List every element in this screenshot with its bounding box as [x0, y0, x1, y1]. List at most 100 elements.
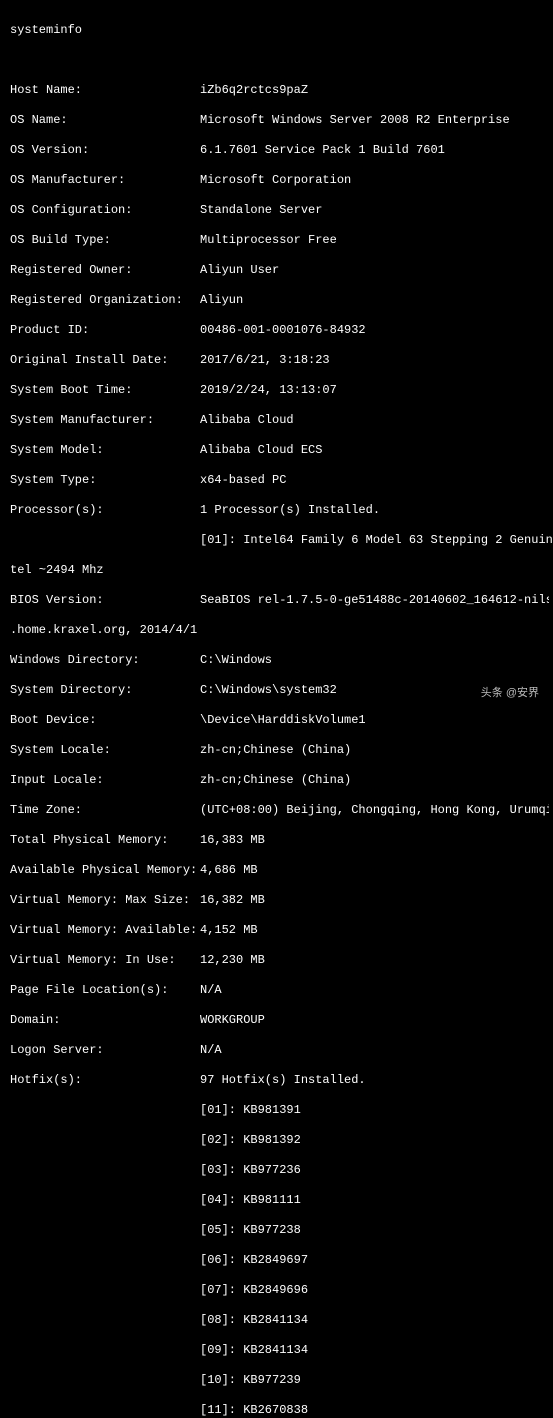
logon-server-row: Logon Server:N/A	[10, 1043, 549, 1058]
original-install-date-value: 2017/6/21, 3:18:23	[200, 353, 549, 368]
os-version-value: 6.1.7601 Service Pack 1 Build 7601	[200, 143, 549, 158]
terminal-output[interactable]: systeminfo Host Name:iZb6q2rctcs9paZ OS …	[0, 0, 553, 1418]
time-zone-row: Time Zone:(UTC+08:00) Beijing, Chongqing…	[10, 803, 549, 818]
virtual-memory-available-row: Virtual Memory: Available:4,152 MB	[10, 923, 549, 938]
total-physical-memory-value: 16,383 MB	[200, 833, 549, 848]
system-type-row: System Type:x64-based PC	[10, 473, 549, 488]
virtual-memory-available-label: Virtual Memory: Available:	[10, 923, 200, 938]
os-version-label: OS Version:	[10, 143, 200, 158]
product-id-value: 00486-001-0001076-84932	[200, 323, 549, 338]
boot-device-row: Boot Device:\Device\HarddiskVolume1	[10, 713, 549, 728]
virtual-memory-inuse-label: Virtual Memory: In Use:	[10, 953, 200, 968]
product-id-row: Product ID:00486-001-0001076-84932	[10, 323, 549, 338]
hotfix-item: [06]: KB2849697	[200, 1253, 549, 1268]
os-build-type-row: OS Build Type:Multiprocessor Free	[10, 233, 549, 248]
hotfix-value: 97 Hotfix(s) Installed.	[200, 1073, 549, 1088]
total-physical-memory-row: Total Physical Memory:16,383 MB	[10, 833, 549, 848]
virtual-memory-available-value: 4,152 MB	[200, 923, 549, 938]
system-manufacturer-row: System Manufacturer:Alibaba Cloud	[10, 413, 549, 428]
system-directory-row: System Directory:C:\Windows\system32	[10, 683, 549, 698]
hotfix-item: [04]: KB981111	[200, 1193, 549, 1208]
system-boot-time-label: System Boot Time:	[10, 383, 200, 398]
product-id-label: Product ID:	[10, 323, 200, 338]
host-name-row: Host Name:iZb6q2rctcs9paZ	[10, 83, 549, 98]
domain-row: Domain:WORKGROUP	[10, 1013, 549, 1028]
original-install-date-row: Original Install Date:2017/6/21, 3:18:23	[10, 353, 549, 368]
hotfix-item: [02]: KB981392	[200, 1133, 549, 1148]
processor-speed: tel ~2494 Mhz	[10, 563, 549, 578]
boot-device-value: \Device\HarddiskVolume1	[200, 713, 549, 728]
system-type-label: System Type:	[10, 473, 200, 488]
processors-label: Processor(s):	[10, 503, 200, 518]
system-locale-label: System Locale:	[10, 743, 200, 758]
boot-device-label: Boot Device:	[10, 713, 200, 728]
page-file-value: N/A	[200, 983, 549, 998]
blank-line	[10, 53, 549, 68]
domain-label: Domain:	[10, 1013, 200, 1028]
system-boot-time-value: 2019/2/24, 13:13:07	[200, 383, 549, 398]
available-physical-memory-row: Available Physical Memory:4,686 MB	[10, 863, 549, 878]
os-version-row: OS Version:6.1.7601 Service Pack 1 Build…	[10, 143, 549, 158]
os-build-type-label: OS Build Type:	[10, 233, 200, 248]
input-locale-label: Input Locale:	[10, 773, 200, 788]
system-model-label: System Model:	[10, 443, 200, 458]
system-locale-value: zh-cn;Chinese (China)	[200, 743, 549, 758]
registered-organization-label: Registered Organization:	[10, 293, 200, 308]
logon-server-label: Logon Server:	[10, 1043, 200, 1058]
registered-owner-value: Aliyun User	[200, 263, 549, 278]
virtual-memory-inuse-value: 12,230 MB	[200, 953, 549, 968]
bios-version-row: BIOS Version:SeaBIOS rel-1.7.5-0-ge51488…	[10, 593, 549, 608]
os-configuration-value: Standalone Server	[200, 203, 549, 218]
system-model-row: System Model:Alibaba Cloud ECS	[10, 443, 549, 458]
processors-row: Processor(s):1 Processor(s) Installed.	[10, 503, 549, 518]
processor-detail: [01]: Intel64 Family 6 Model 63 Stepping…	[200, 533, 549, 548]
os-configuration-label: OS Configuration:	[10, 203, 200, 218]
os-manufacturer-row: OS Manufacturer:Microsoft Corporation	[10, 173, 549, 188]
available-physical-memory-value: 4,686 MB	[200, 863, 549, 878]
page-file-label: Page File Location(s):	[10, 983, 200, 998]
hotfix-item: [05]: KB977238	[200, 1223, 549, 1238]
registered-organization-row: Registered Organization:Aliyun	[10, 293, 549, 308]
windows-directory-label: Windows Directory:	[10, 653, 200, 668]
system-manufacturer-value: Alibaba Cloud	[200, 413, 549, 428]
system-model-value: Alibaba Cloud ECS	[200, 443, 549, 458]
bios-extra: .home.kraxel.org, 2014/4/1	[10, 623, 549, 638]
virtual-memory-inuse-row: Virtual Memory: In Use:12,230 MB	[10, 953, 549, 968]
system-manufacturer-label: System Manufacturer:	[10, 413, 200, 428]
system-directory-label: System Directory:	[10, 683, 200, 698]
host-name-value: iZb6q2rctcs9paZ	[200, 83, 549, 98]
system-locale-row: System Locale:zh-cn;Chinese (China)	[10, 743, 549, 758]
hotfix-item: [08]: KB2841134	[200, 1313, 549, 1328]
hotfix-item: [01]: KB981391	[200, 1103, 549, 1118]
system-boot-time-row: System Boot Time:2019/2/24, 13:13:07	[10, 383, 549, 398]
windows-directory-value: C:\Windows	[200, 653, 549, 668]
available-physical-memory-label: Available Physical Memory:	[10, 863, 200, 878]
os-name-value: Microsoft Windows Server 2008 R2 Enterpr…	[200, 113, 549, 128]
registered-organization-value: Aliyun	[200, 293, 549, 308]
time-zone-label: Time Zone:	[10, 803, 200, 818]
bios-version-value: SeaBIOS rel-1.7.5-0-ge51488c-20140602_16…	[200, 593, 549, 608]
watermark: 头条 @安界	[477, 684, 543, 703]
command-line: systeminfo	[10, 23, 549, 38]
hotfix-item: [11]: KB2670838	[200, 1403, 549, 1418]
hotfix-item: [09]: KB2841134	[200, 1343, 549, 1358]
os-manufacturer-label: OS Manufacturer:	[10, 173, 200, 188]
hotfix-row: Hotfix(s):97 Hotfix(s) Installed.	[10, 1073, 549, 1088]
os-build-type-value: Multiprocessor Free	[200, 233, 549, 248]
total-physical-memory-label: Total Physical Memory:	[10, 833, 200, 848]
input-locale-row: Input Locale:zh-cn;Chinese (China)	[10, 773, 549, 788]
domain-value: WORKGROUP	[200, 1013, 549, 1028]
original-install-date-label: Original Install Date:	[10, 353, 200, 368]
hotfix-item: [03]: KB977236	[200, 1163, 549, 1178]
time-zone-value: (UTC+08:00) Beijing, Chongqing, Hong Kon…	[200, 803, 549, 818]
system-type-value: x64-based PC	[200, 473, 549, 488]
bios-version-label: BIOS Version:	[10, 593, 200, 608]
windows-directory-row: Windows Directory:C:\Windows	[10, 653, 549, 668]
os-configuration-row: OS Configuration:Standalone Server	[10, 203, 549, 218]
os-manufacturer-value: Microsoft Corporation	[200, 173, 549, 188]
virtual-memory-max-value: 16,382 MB	[200, 893, 549, 908]
page-file-row: Page File Location(s):N/A	[10, 983, 549, 998]
virtual-memory-max-row: Virtual Memory: Max Size:16,382 MB	[10, 893, 549, 908]
virtual-memory-max-label: Virtual Memory: Max Size:	[10, 893, 200, 908]
processors-value: 1 Processor(s) Installed.	[200, 503, 549, 518]
